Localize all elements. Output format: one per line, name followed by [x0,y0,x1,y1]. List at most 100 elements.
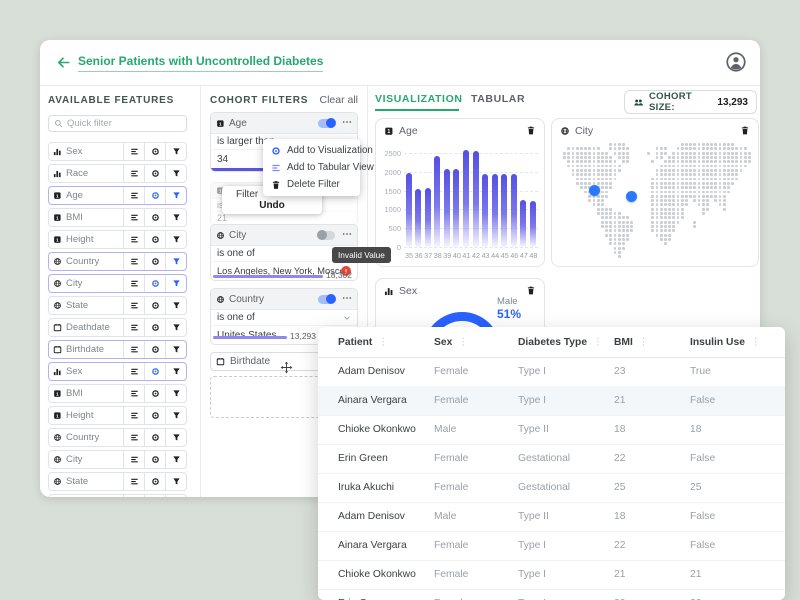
add-to-visualization-button[interactable] [144,363,165,380]
add-to-visualization-button[interactable] [144,187,165,204]
add-to-tabular-button[interactable] [123,429,144,446]
bar-age-39[interactable] [443,168,450,247]
table-row[interactable]: Ainara Vergara Female Type I 22 False [318,531,785,561]
filter-menu-button[interactable]: ⋯ [342,230,352,240]
add-to-tabular-button[interactable] [123,495,144,497]
add-to-visualization-button[interactable] [144,407,165,424]
add-to-visualization-button[interactable] [144,275,165,292]
bar-age-35[interactable] [405,173,412,247]
filter-enable-toggle[interactable] [318,118,336,128]
add-to-visualization-button[interactable] [144,473,165,490]
feature-row-state[interactable]: State [48,296,187,315]
undo-button[interactable]: Undo [222,200,322,211]
add-to-visualization-button[interactable] [144,297,165,314]
bar-age-47[interactable] [520,200,527,247]
add-to-tabular-button[interactable] [123,253,144,270]
add-to-tabular-button[interactable] [123,451,144,468]
table-row[interactable]: Chioke Okonkwo Male Type II 18 18 [318,415,785,445]
bar-age-41[interactable] [463,150,470,247]
add-to-tabular-button[interactable] [123,385,144,402]
table-row[interactable]: Adam Denisov Male Type II 18 False [318,502,785,532]
add-to-visualization-button[interactable] [144,319,165,336]
feature-row-city[interactable]: City [48,274,187,293]
feature-row-city[interactable]: City [48,450,187,469]
add-to-tabular-button[interactable] [123,363,144,380]
feature-row-country[interactable]: Country [48,252,187,271]
add-filter-button[interactable] [165,275,186,292]
bar-age-42[interactable] [472,150,479,247]
feature-row-deathdate[interactable]: Deathdate [48,318,187,337]
table-row[interactable]: Chioke Okonkwo Female Type I 21 21 [318,560,785,590]
add-to-tabular-button[interactable] [123,319,144,336]
feature-row-bmi[interactable]: 1 BMI [48,208,187,227]
add-to-visualization-button[interactable] [144,429,165,446]
trash-icon[interactable] [740,125,750,136]
add-to-tabular-button[interactable] [123,231,144,248]
column-menu-icon[interactable]: ⋮ [751,337,761,348]
bar-age-45[interactable] [501,174,508,247]
add-filter-button[interactable] [165,143,186,160]
feature-row-sex[interactable]: Sex [48,362,187,381]
feature-row-sex[interactable]: Sex [48,142,187,161]
tab-visualization[interactable]: VISUALIZATION [375,93,463,105]
add-to-tabular-button[interactable] [123,165,144,182]
trash-icon[interactable] [526,285,536,296]
add-to-tabular-button[interactable] [123,341,144,358]
trash-icon[interactable] [526,125,536,136]
add-filter-button[interactable] [165,429,186,446]
add-filter-button[interactable] [165,187,186,204]
add-filter-button[interactable] [165,451,186,468]
column-menu-icon[interactable]: ⋮ [378,337,388,348]
add-filter-button[interactable] [165,341,186,358]
bar-age-38[interactable] [434,155,441,247]
feature-row-country[interactable]: Country [48,428,187,447]
bar-age-40[interactable] [453,168,460,247]
add-to-tabular-button[interactable] [123,143,144,160]
bar-age-46[interactable] [510,174,517,247]
add-filter-button[interactable] [165,473,186,490]
menu-item-delete-filter[interactable]: Delete Filter [263,176,360,193]
table-row[interactable]: Adam Denisov Female Type I 23 True [318,357,785,387]
add-filter-button[interactable] [165,385,186,402]
add-to-tabular-button[interactable] [123,407,144,424]
clear-all-button[interactable]: Clear all [319,94,358,106]
add-filter-button[interactable] [165,319,186,336]
feature-row-birthdate[interactable]: Birthdate [48,340,187,359]
filter-enable-toggle[interactable] [317,230,335,240]
bar-age-36[interactable] [415,188,422,247]
column-menu-icon[interactable]: ⋮ [458,337,468,348]
feature-row-height[interactable]: 1 Height [48,406,187,425]
table-row[interactable]: Erin Green Female Gestational 22 False [318,444,785,474]
add-to-visualization-button[interactable] [144,209,165,226]
column-menu-icon[interactable]: ⋮ [639,337,649,348]
feature-row-height[interactable]: 1 Height [48,230,187,249]
add-filter-button[interactable] [165,209,186,226]
add-to-visualization-button[interactable] [144,165,165,182]
add-filter-button[interactable] [165,363,186,380]
add-to-visualization-button[interactable] [144,451,165,468]
bar-age-44[interactable] [491,174,498,247]
feature-row-bmi[interactable]: 1 BMI [48,384,187,403]
user-avatar-icon[interactable] [726,52,746,72]
add-to-tabular-button[interactable] [123,275,144,292]
feature-row-age[interactable]: 1 Age [48,186,187,205]
add-filter-button[interactable] [165,165,186,182]
add-filter-button[interactable] [165,253,186,270]
feature-row-deathdate[interactable]: Deathdate [48,494,187,497]
menu-item-add-to-visualization[interactable]: Add to Visualization [263,142,373,159]
filter-menu-button[interactable]: ⋯ [342,294,352,304]
table-row[interactable]: Erin Green Female Type I 22 22 [318,589,785,600]
add-to-tabular-button[interactable] [123,473,144,490]
table-row[interactable]: Ainara Vergara Female Type I 21 False [318,386,785,416]
bar-age-48[interactable] [530,200,537,247]
operator-select[interactable]: is one of [211,310,357,326]
table-row[interactable]: Iruka Akuchi Female Gestational 25 25 [318,473,785,503]
add-to-visualization-button[interactable] [144,385,165,402]
add-to-visualization-button[interactable] [144,253,165,270]
add-to-tabular-button[interactable] [123,187,144,204]
add-to-tabular-button[interactable] [123,209,144,226]
filter-menu-button[interactable]: ⋯ [342,118,352,128]
add-filter-button[interactable] [165,231,186,248]
tab-tabular[interactable]: TABULAR [471,93,525,105]
add-to-visualization-button[interactable] [144,143,165,160]
